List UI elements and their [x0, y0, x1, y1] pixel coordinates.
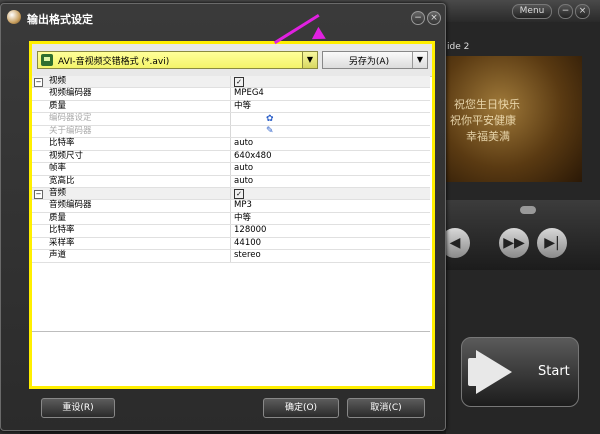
setting-label: 编码器设定: [46, 113, 231, 125]
menu-button[interactable]: Menu: [512, 4, 552, 19]
setting-value-text: auto: [234, 138, 254, 149]
setting-value[interactable]: 44100: [231, 238, 430, 249]
setting-value-text: auto: [234, 163, 254, 174]
reset-label: 重设(R): [62, 403, 94, 413]
settings-table: − 视频 ✓ 视频编码器 MPEG4 质量 中等 编码器设定 ✿ 关于编码器 ✎ 比特率 auto 视频尺…: [32, 76, 430, 263]
settings-row[interactable]: 采样率 44100: [32, 237, 430, 251]
setting-label: 质量: [46, 100, 231, 113]
setting-value-text: 640x480: [234, 150, 272, 161]
output-format-dialog: 输出格式设定 − × AVI-音视频交错格式 (*.avi) ▼ 另存为(A) …: [0, 3, 446, 431]
setting-label: 帧率: [46, 163, 231, 175]
setting-value[interactable]: 中等: [231, 101, 430, 112]
preview-text-line: 祝你平安健康: [450, 114, 516, 127]
settings-row[interactable]: 编码器设定 ✿: [32, 113, 430, 126]
setting-label: 视频尺寸: [46, 150, 231, 163]
slide-label: ide 2: [447, 42, 470, 52]
setting-value[interactable]: ✓: [231, 188, 430, 199]
setting-value[interactable]: ✎: [231, 126, 430, 137]
start-button[interactable]: Start: [461, 337, 579, 407]
settings-row[interactable]: 质量 中等: [32, 100, 430, 114]
settings-row[interactable]: 音频编码器 MP3: [32, 200, 430, 213]
enable-checkbox[interactable]: ✓: [234, 188, 244, 199]
setting-value[interactable]: auto: [231, 138, 430, 149]
save-as-label: 另存为(A): [348, 57, 390, 67]
dialog-minimize-button[interactable]: −: [411, 11, 425, 25]
setting-value[interactable]: 640x480: [231, 151, 430, 162]
settings-row[interactable]: 视频编码器 MPEG4: [32, 88, 430, 101]
preview-text-line: 祝您生日快乐: [454, 98, 520, 111]
film-icon: [41, 54, 53, 66]
settings-row[interactable]: 比特率 128000: [32, 225, 430, 238]
enable-checkbox[interactable]: ✓: [234, 77, 244, 87]
settings-row[interactable]: 宽高比 auto: [32, 175, 430, 188]
setting-value[interactable]: 128000: [231, 225, 430, 236]
setting-label: 音频: [46, 187, 231, 200]
ok-button[interactable]: 确定(O): [263, 398, 339, 418]
setting-label: 音频编码器: [46, 200, 231, 212]
setting-value-text: 中等: [234, 100, 252, 111]
setting-label: 声道: [46, 250, 231, 262]
menu-label: Menu: [519, 6, 545, 16]
setting-value-text: MP3: [234, 200, 252, 211]
setting-label: 宽高比: [46, 175, 231, 187]
format-dropdown[interactable]: AVI-音视频交错格式 (*.avi) ▼: [37, 51, 318, 69]
settings-row[interactable]: 质量 中等: [32, 212, 430, 226]
settings-row[interactable]: 帧率 auto: [32, 163, 430, 176]
setting-label: 质量: [46, 212, 231, 225]
settings-group-row[interactable]: − 音频 ✓: [32, 187, 430, 201]
setting-label: 采样率: [46, 237, 231, 250]
setting-label: 视频编码器: [46, 88, 231, 100]
collapse-icon[interactable]: −: [34, 78, 43, 87]
save-as-button[interactable]: 另存为(A) ▼: [322, 51, 428, 69]
playback-slider[interactable]: [520, 206, 536, 214]
setting-value-text: 44100: [234, 237, 262, 248]
format-toolbar: AVI-音视频交错格式 (*.avi) ▼ 另存为(A) ▼: [32, 44, 432, 77]
setting-value-text: 128000: [234, 225, 267, 236]
settings-row[interactable]: 视频尺寸 640x480: [32, 150, 430, 164]
setting-value[interactable]: MP3: [231, 200, 430, 211]
edit-icon[interactable]: ✎: [266, 126, 274, 137]
settings-row[interactable]: 关于编码器 ✎: [32, 125, 430, 139]
app-minimize-button[interactable]: −: [558, 4, 573, 19]
setting-label: 比特率: [46, 225, 231, 237]
collapse-icon[interactable]: −: [34, 189, 43, 199]
preview-text-line: 幸福美满: [466, 130, 510, 143]
app-close-button[interactable]: ×: [575, 4, 590, 19]
setting-label: 比特率: [46, 138, 231, 150]
chevron-down-icon[interactable]: ▼: [302, 52, 317, 68]
cancel-label: 取消(C): [370, 403, 402, 413]
setting-value[interactable]: ✿: [231, 113, 430, 124]
format-selected-value: AVI-音视频交错格式 (*.avi): [58, 57, 170, 67]
start-label: Start: [538, 364, 570, 379]
slide-preview[interactable]: 祝您生日快乐 祝你平安健康 幸福美满: [446, 56, 582, 182]
settings-row[interactable]: 比特率 auto: [32, 138, 430, 151]
settings-group-row[interactable]: − 视频 ✓: [32, 76, 430, 89]
setting-value[interactable]: auto: [231, 163, 430, 174]
settings-row[interactable]: 声道 stereo: [32, 250, 430, 263]
skip-forward-icon[interactable]: ▶|: [537, 228, 567, 258]
dialog-close-button[interactable]: ×: [427, 11, 441, 25]
setting-value[interactable]: MPEG4: [231, 88, 430, 99]
reset-button[interactable]: 重设(R): [41, 398, 115, 418]
setting-value[interactable]: stereo: [231, 250, 430, 261]
setting-value[interactable]: 中等: [231, 213, 430, 224]
ok-label: 确定(O): [284, 403, 318, 413]
fast-forward-icon[interactable]: ▶▶: [499, 228, 529, 258]
setting-label: 关于编码器: [46, 125, 231, 138]
gear-icon[interactable]: ✿: [266, 114, 274, 125]
setting-value-text: auto: [234, 175, 254, 186]
setting-value[interactable]: ✓: [231, 76, 430, 87]
settings-frame: AVI-音视频交错格式 (*.avi) ▼ 另存为(A) ▼ − 视频 ✓ 视频编码器…: [29, 41, 435, 389]
setting-value-text: MPEG4: [234, 88, 264, 99]
setting-value[interactable]: auto: [231, 176, 430, 187]
dialog-title: 输出格式设定: [27, 13, 93, 26]
setting-label: 视频: [46, 76, 231, 88]
setting-value-text: stereo: [234, 250, 261, 261]
app-logo-icon: [7, 10, 21, 24]
start-arrow-icon: [476, 350, 512, 394]
chevron-down-icon[interactable]: ▼: [412, 52, 427, 68]
table-divider: [32, 331, 430, 332]
setting-value-text: 中等: [234, 212, 252, 223]
cancel-button[interactable]: 取消(C): [347, 398, 425, 418]
